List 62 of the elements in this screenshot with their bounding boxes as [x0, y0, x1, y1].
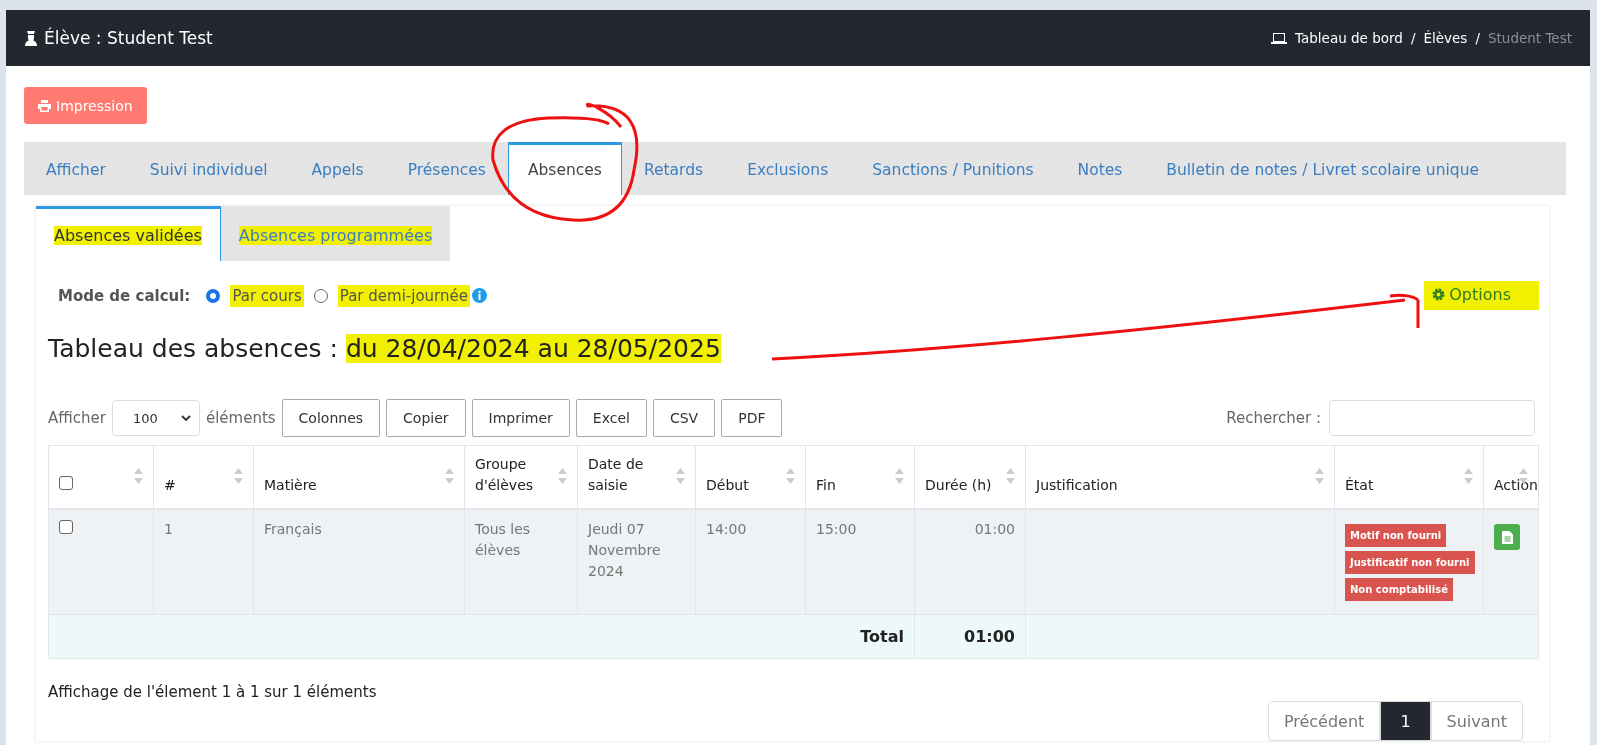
search-label: Rechercher : — [1226, 409, 1321, 427]
search-field[interactable] — [1329, 400, 1535, 436]
status-badge: Justificatif non fourni — [1345, 551, 1475, 574]
table-cell: Tous les élèves — [464, 509, 578, 615]
export-button[interactable]: CSV — [652, 399, 716, 437]
breadcrumb-link[interactable]: Élèves — [1423, 30, 1468, 46]
sort-icon — [445, 468, 454, 484]
breadcrumb-separator: / — [1410, 30, 1416, 46]
export-button[interactable]: PDF — [721, 399, 783, 437]
mode-label: Mode de calcul: — [58, 286, 191, 305]
sort-icon — [558, 468, 567, 484]
sort-icon — [134, 468, 143, 484]
document-icon — [1501, 530, 1513, 544]
subtab[interactable]: Absences programmées — [220, 206, 451, 261]
student-icon — [24, 30, 38, 46]
info-icon[interactable] — [471, 288, 487, 303]
radio-label[interactable]: Par demi-journée — [337, 284, 470, 307]
pagination-button[interactable]: 1 — [1380, 701, 1431, 741]
sort-icon — [895, 468, 904, 484]
pagination-button[interactable]: Précédent — [1267, 701, 1381, 741]
table-cell: 15:00 — [805, 509, 915, 615]
export-button[interactable]: Imprimer — [471, 399, 570, 437]
show-suffix: éléments — [205, 409, 276, 427]
page-size-select[interactable]: 100 — [111, 400, 200, 436]
table-cell: 01:00 — [914, 509, 1026, 615]
total-value: 01:00 — [964, 627, 1015, 646]
tab[interactable]: Absences — [507, 142, 622, 195]
page-title: Élève : Student Test — [44, 28, 213, 48]
sort-icon — [676, 468, 685, 484]
table-cell: 1 — [153, 509, 254, 615]
radio-button[interactable] — [206, 288, 221, 303]
sort-icon — [234, 468, 243, 484]
breadcrumb-current: Student Test — [1487, 30, 1572, 46]
sort-icon — [1006, 468, 1015, 484]
laptop-icon — [1271, 32, 1287, 44]
export-button[interactable]: Excel — [575, 399, 647, 437]
sort-icon — [1464, 468, 1473, 484]
table-cell: Français — [253, 509, 465, 615]
export-button[interactable]: Copier — [386, 399, 466, 437]
table-cell: Jeudi 07 Novembre 2024 — [577, 509, 696, 615]
table-title: Tableau des absences : du 28/04/2024 au 28/05/2025 — [48, 334, 722, 363]
table-info: Affichage de l'élement 1 à 1 sur 1 éléments — [48, 683, 378, 701]
total-label: Total — [860, 627, 904, 646]
table-cell: 14:00 — [695, 509, 806, 615]
show-label: Afficher — [48, 409, 106, 427]
sort-icon — [1315, 468, 1324, 484]
status-badge: Motif non fourni — [1345, 524, 1447, 547]
checkbox[interactable] — [59, 476, 73, 490]
checkbox[interactable] — [59, 520, 73, 534]
radio-label[interactable]: Par cours — [230, 284, 304, 307]
chevron-down-icon — [180, 414, 191, 422]
gear-icon — [1432, 288, 1446, 301]
breadcrumb-link[interactable]: Tableau de bord — [1295, 30, 1403, 46]
document-button[interactable] — [1494, 524, 1520, 550]
sort-icon — [786, 468, 795, 484]
export-button[interactable]: Colonnes — [281, 399, 381, 437]
subtab[interactable]: Absences validées — [36, 206, 221, 261]
options-link[interactable]: Options — [1424, 281, 1539, 310]
breadcrumb-separator: / — [1475, 30, 1480, 46]
status-badge: Non comptabilisé — [1345, 578, 1453, 601]
print-icon — [38, 99, 51, 112]
pagination-button[interactable]: Suivant — [1430, 701, 1523, 741]
